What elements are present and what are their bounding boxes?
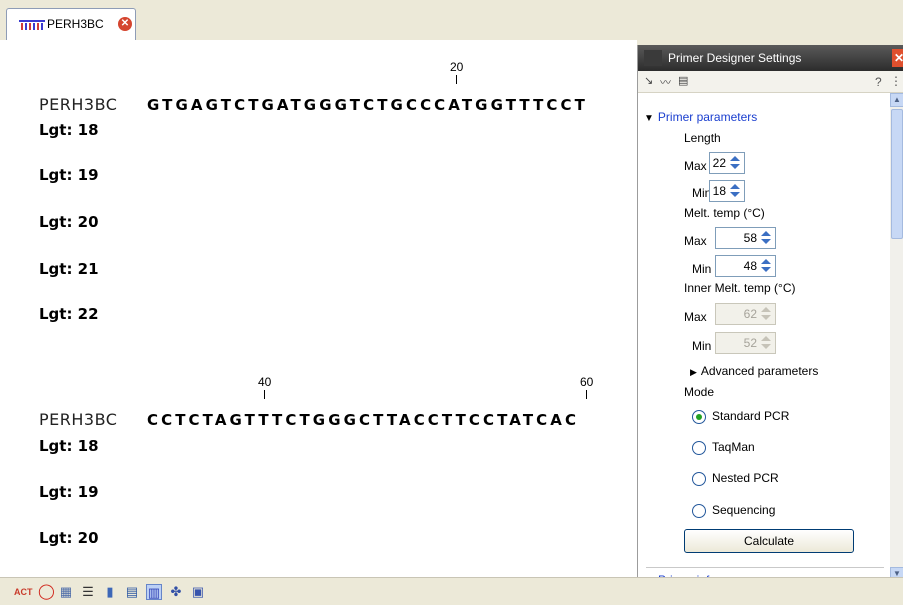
panel-title-bar[interactable]: Primer Designer Settings ✕ [638,45,903,71]
menu-icon[interactable]: ⋮ [890,74,902,88]
sequence-icon [19,20,45,30]
radio-icon[interactable] [692,472,706,486]
primer-designer-settings-panel: Primer Designer Settings ✕ ↘ 〰 ▤ ? ⋮ ▼ Pr… [637,45,903,581]
spinner-value: 52 [743,336,757,350]
spinner-arrows-icon [759,334,774,352]
primer-length-row: Lgt: 18 [39,121,99,139]
length-max-spinner[interactable]: 22 [709,152,745,174]
spinner-value: 22 [712,156,726,170]
sequence-view: 20 PERH3BC GTGAGTCTGATGGGTCTGCCCATGGTTTC… [0,40,637,577]
advanced-parameters-toggle[interactable]: ▶ Advanced parameters [690,364,818,378]
graph-icon[interactable]: ▦ [58,584,74,600]
mode-label: Mode [684,385,715,399]
melt-max-spinner[interactable]: 58 [715,227,776,249]
length-max-label: Max [684,159,707,173]
radio-selected-icon[interactable] [692,410,706,424]
spinner-arrows-icon [759,305,774,323]
radio-label: TaqMan [712,440,755,454]
inner-max-spinner: 62 [715,303,776,325]
inner-melt-temp-label: Inner Melt. temp (°C) [684,281,796,295]
length-min-spinner[interactable]: 18 [709,180,745,202]
wave-icon[interactable]: 〰 [660,74,671,90]
restriction-icon[interactable]: ▣ [190,584,206,600]
tab-perh3bc[interactable]: PERH3BC ✕ [6,8,136,41]
dna-view-icon[interactable]: ACT [14,584,33,600]
section-divider [646,567,884,568]
radio-icon[interactable] [692,504,706,518]
ruler-tick [586,390,587,399]
sequence-text[interactable]: CCTCTAGTTTCTGGGCTTACCTTCCTATCAC [147,411,579,429]
spinner-arrows-icon[interactable] [728,154,743,172]
ruler-tick [456,75,457,84]
panel-scrollbar[interactable]: ▲ ▼ [890,93,903,581]
scroll-up-icon[interactable]: ▲ [890,93,903,107]
panel-body: ▼ Primer parameters Length Max 22 Min 18 … [638,93,890,581]
calculate-button[interactable]: Calculate [684,529,854,553]
close-icon[interactable]: ✕ [118,17,132,31]
length-label: Length [684,131,721,145]
inner-max-label: Max [684,310,707,324]
radio-label: Sequencing [712,503,776,517]
radio-label: Standard PCR [712,409,790,423]
sequence-name: PERH3BC [39,410,118,429]
advanced-parameters-label: Advanced parameters [700,364,819,378]
spinner-arrows-icon[interactable] [728,182,743,200]
close-icon[interactable]: ✕ [892,49,903,67]
ruler-label: 60 [580,375,594,389]
primer-length-row: Lgt: 19 [39,166,99,184]
sequence-name: PERH3BC [39,95,118,114]
ruler-tick [264,390,265,399]
sequence-view-icon[interactable]: ▥ [146,584,162,600]
primer-length-row: Lgt: 21 [39,260,99,278]
circular-view-icon[interactable]: ◯ [38,584,55,600]
spinner-arrows-icon[interactable] [759,229,774,247]
list-icon[interactable]: ☰ [80,584,96,600]
ruler-label: 40 [258,375,272,389]
spinner-value: 62 [743,307,757,321]
book-icon[interactable]: ▮ [102,584,118,600]
primer-length-row: Lgt: 20 [39,529,99,547]
melt-max-label: Max [684,234,707,248]
help-icon[interactable]: ? [875,75,882,89]
inner-min-spinner: 52 [715,332,776,354]
text-view-icon[interactable]: ▤ [124,584,140,600]
tab-strip: PERH3BC ✕ [0,0,903,41]
section-primer-parameters[interactable]: ▼ Primer parameters [644,110,757,124]
spinner-value: 48 [743,259,757,273]
panel-title: Primer Designer Settings [668,51,802,65]
scroll-thumb[interactable] [891,109,903,239]
melt-temp-label: Melt. temp (°C) [684,206,765,220]
spinner-value: 18 [712,184,726,198]
expand-down-icon: ▼ [644,113,654,124]
radio-label: Nested PCR [712,471,779,485]
section-title: Primer parameters [657,110,758,124]
pointer-icon[interactable]: ↘ [644,74,653,87]
primer-icon[interactable]: ✤ [168,584,184,600]
melt-min-label: Min [692,262,712,276]
spinner-arrows-icon[interactable] [759,257,774,275]
expand-right-icon: ▶ [690,367,697,377]
spinner-value: 58 [743,231,757,245]
tab-label: PERH3BC [47,17,104,31]
ruler-label: 20 [450,60,464,74]
primer-length-row: Lgt: 22 [39,305,99,323]
sequence-text[interactable]: GTGAGTCTGATGGGTCTGCCCATGGTTTCCT [147,96,588,114]
radio-icon[interactable] [692,441,706,455]
panel-toolbar: ↘ 〰 ▤ ? ⋮ [638,71,903,93]
inner-min-label: Min [692,339,712,353]
primer-length-row: Lgt: 19 [39,483,99,501]
primer-length-row: Lgt: 18 [39,437,99,455]
grip-icon[interactable] [644,50,662,66]
table-icon[interactable]: ▤ [678,74,688,87]
primer-length-row: Lgt: 20 [39,213,99,231]
melt-min-spinner[interactable]: 48 [715,255,776,277]
bottom-toolbar: ACT ◯ ▦ ☰ ▮ ▤ ▥ ✤ ▣ [0,577,903,605]
